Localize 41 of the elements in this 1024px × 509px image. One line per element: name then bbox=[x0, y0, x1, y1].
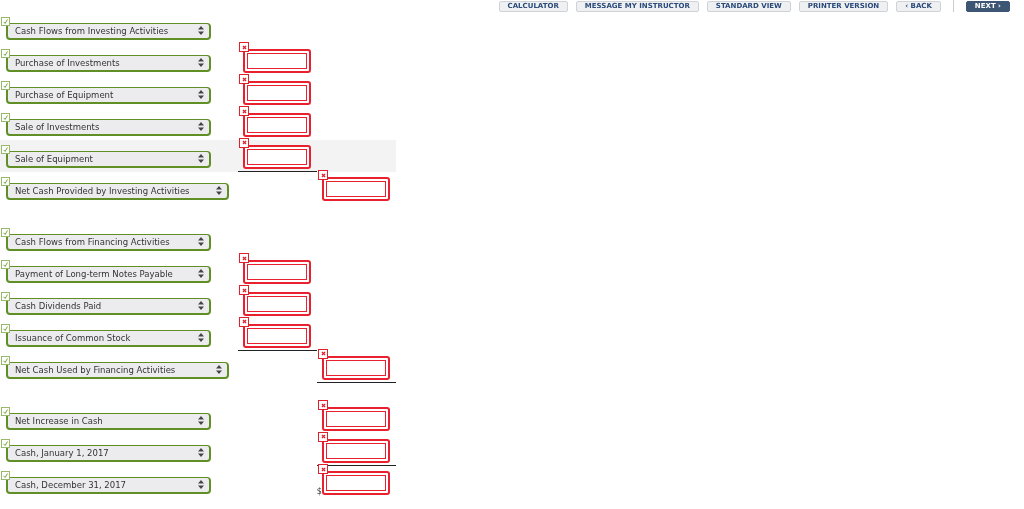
dropdown-select[interactable]: Purchase of Equipment bbox=[6, 86, 211, 104]
sort-arrows-icon bbox=[198, 58, 204, 67]
amount-field[interactable] bbox=[243, 260, 312, 284]
sort-arrows-icon bbox=[198, 154, 204, 163]
sort-arrows-icon bbox=[198, 90, 204, 99]
amount-field[interactable] bbox=[243, 113, 312, 137]
sort-arrows-icon bbox=[198, 333, 204, 342]
dropdown-select[interactable]: Payment of Long-term Notes Payable bbox=[6, 265, 211, 283]
dropdown-select[interactable]: Issuance of Common Stock bbox=[6, 329, 211, 347]
dropdown-select[interactable]: Cash Dividends Paid bbox=[6, 297, 211, 315]
amount-field[interactable] bbox=[322, 438, 391, 463]
dropdown-select[interactable]: Sale of Investments bbox=[6, 118, 211, 136]
dropdown-select[interactable]: Net Cash Used by Financing Activities bbox=[6, 361, 229, 379]
amount-field[interactable] bbox=[243, 323, 312, 348]
sort-arrows-icon bbox=[216, 186, 222, 195]
dropdown-select[interactable]: Cash, January 1, 2017 bbox=[6, 444, 211, 462]
dropdown-select[interactable]: Cash Flows from Investing Activities bbox=[6, 22, 211, 40]
amount-field[interactable] bbox=[243, 49, 312, 73]
dropdown-select[interactable]: Net Increase in Cash bbox=[6, 412, 211, 430]
amount-field[interactable] bbox=[322, 177, 391, 201]
dropdown-select[interactable]: Purchase of Investments bbox=[6, 54, 211, 72]
amount-field[interactable] bbox=[243, 292, 312, 316]
amount-field[interactable] bbox=[322, 471, 391, 495]
dropdown-select[interactable]: Sale of Equipment bbox=[6, 150, 211, 168]
dropdown-select[interactable]: Cash Flows from Financing Activities bbox=[6, 233, 211, 251]
currency-sign: $ bbox=[316, 488, 322, 496]
sort-arrows-icon bbox=[198, 269, 204, 278]
sort-arrows-icon bbox=[216, 365, 222, 374]
sort-arrows-icon bbox=[198, 301, 204, 310]
amount-field[interactable] bbox=[243, 144, 312, 169]
dropdown-select[interactable]: Cash, December 31, 2017 bbox=[6, 476, 211, 494]
sort-arrows-icon bbox=[198, 26, 204, 35]
dropdown-select[interactable]: Net Cash Provided by Investing Activities bbox=[6, 182, 229, 200]
sort-arrows-icon bbox=[198, 122, 204, 131]
amount-field[interactable] bbox=[322, 355, 391, 380]
sort-arrows-icon bbox=[198, 237, 204, 246]
sort-arrows-icon bbox=[198, 480, 204, 489]
sort-arrows-icon bbox=[198, 416, 204, 425]
amount-field[interactable] bbox=[243, 81, 312, 105]
sort-arrows-icon bbox=[198, 448, 204, 457]
amount-field[interactable] bbox=[322, 407, 391, 431]
